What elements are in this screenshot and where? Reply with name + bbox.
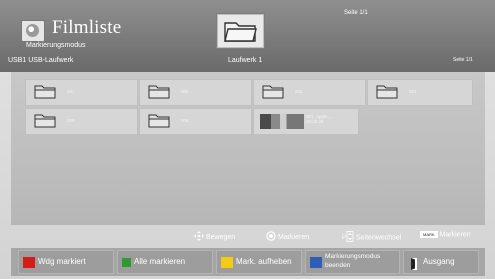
folder-tile-004[interactable]: 004 [367,79,473,106]
play-marked-label: Wdg markiert [38,257,86,266]
play-marked-button[interactable]: Wdg markiert [18,250,114,274]
media-icon [21,20,45,42]
usb-drive-label: USB1 USB-Laufwerk [8,57,74,64]
page-title: Filmliste [52,17,122,38]
unmark-button[interactable]: Mark. aufheben [216,250,302,274]
blue-key-icon [310,257,322,268]
green-key-icon [122,258,131,267]
exit-button[interactable]: Ausgang [403,250,479,274]
folder-icon [148,114,170,128]
folder-tile-002[interactable]: 002 [139,79,252,106]
folder-name: 005 [67,118,75,123]
movie-thumbnail [260,114,304,129]
exit-door-icon [410,257,419,270]
hint-mark-label: Markieren [278,233,310,241]
exit-label: Ausgang [423,257,455,266]
drive-folder-button[interactable] [217,14,264,48]
mark-key-icon: MARK [420,231,438,238]
move-arrows-icon [194,231,204,243]
hint-mark: Markieren [266,231,309,243]
folder-name: 002 [181,89,189,94]
svg-text:P: P [342,235,346,241]
hint-mark2-label: Markieren [439,231,471,239]
mode-label: Markierungsmodus [26,42,86,49]
exit-mark-mode-line2: beenden [325,261,351,269]
folder-name: 004 [409,89,417,94]
exit-mark-mode-label: Markierungsmodus beenden [325,253,380,271]
folder-name: 003 [295,89,303,94]
page-indicator-top: Seite 1/1 [344,10,368,16]
header: Filmliste Markierungsmodus USB1 USB-Lauf… [0,0,495,72]
hint-move: Bewegen [194,231,235,243]
key-hints: Bewegen Markieren P Seitenwechsel MARK Ma… [0,228,495,246]
folder-name: 006 [181,118,189,123]
unmark-label: Mark. aufheben [236,257,292,266]
folder-tile-003[interactable]: 003 [253,79,366,106]
folder-name: 001 [67,89,75,94]
folder-icon [34,114,56,128]
drive-label: Laufwerk 1 [228,57,263,64]
folder-tile-005[interactable]: 005 [25,108,138,135]
mark-all-button[interactable]: Alle markieren [117,250,213,274]
folder-tile-001[interactable]: 001 [25,79,138,106]
exit-mark-mode-line1: Markierungsmodus [325,253,381,260]
file-grid: 001 002 003 004 005 006 001_Apple_ . . .… [11,72,485,225]
mark-all-label: Alle markieren [134,257,186,266]
movie-name: 001_Apple_ . . . 00:36:28 [306,114,338,124]
folder-icon [262,85,284,99]
hint-page-switch: P Seitenwechsel [342,231,401,244]
page-indicator-right: Seite 1/1 [453,57,473,63]
folder-icon [148,85,170,99]
hint-move-label: Bewegen [206,233,236,241]
folder-icon [224,22,257,42]
movie-duration: 00:36:28 [306,118,324,124]
folder-icon [376,85,398,99]
red-key-icon [23,257,35,268]
folder-tile-006[interactable]: 006 [139,108,252,135]
page-up-down-icon: P [342,231,354,244]
hint-page-switch-label: Seitenwechsel [356,234,402,242]
ok-button-icon [266,231,276,243]
hint-mark-key: MARK Markieren [420,231,471,238]
function-bar: Wdg markiert Alle markieren Mark. aufheb… [11,248,485,276]
folder-icon [34,85,56,99]
yellow-key-icon [221,257,233,268]
movie-tile[interactable]: 001_Apple_ . . . 00:36:28 [253,108,359,135]
file-list-screen: Filmliste Markierungsmodus USB1 USB-Lauf… [0,0,495,279]
exit-mark-mode-button[interactable]: Markierungsmodus beenden [305,250,400,274]
